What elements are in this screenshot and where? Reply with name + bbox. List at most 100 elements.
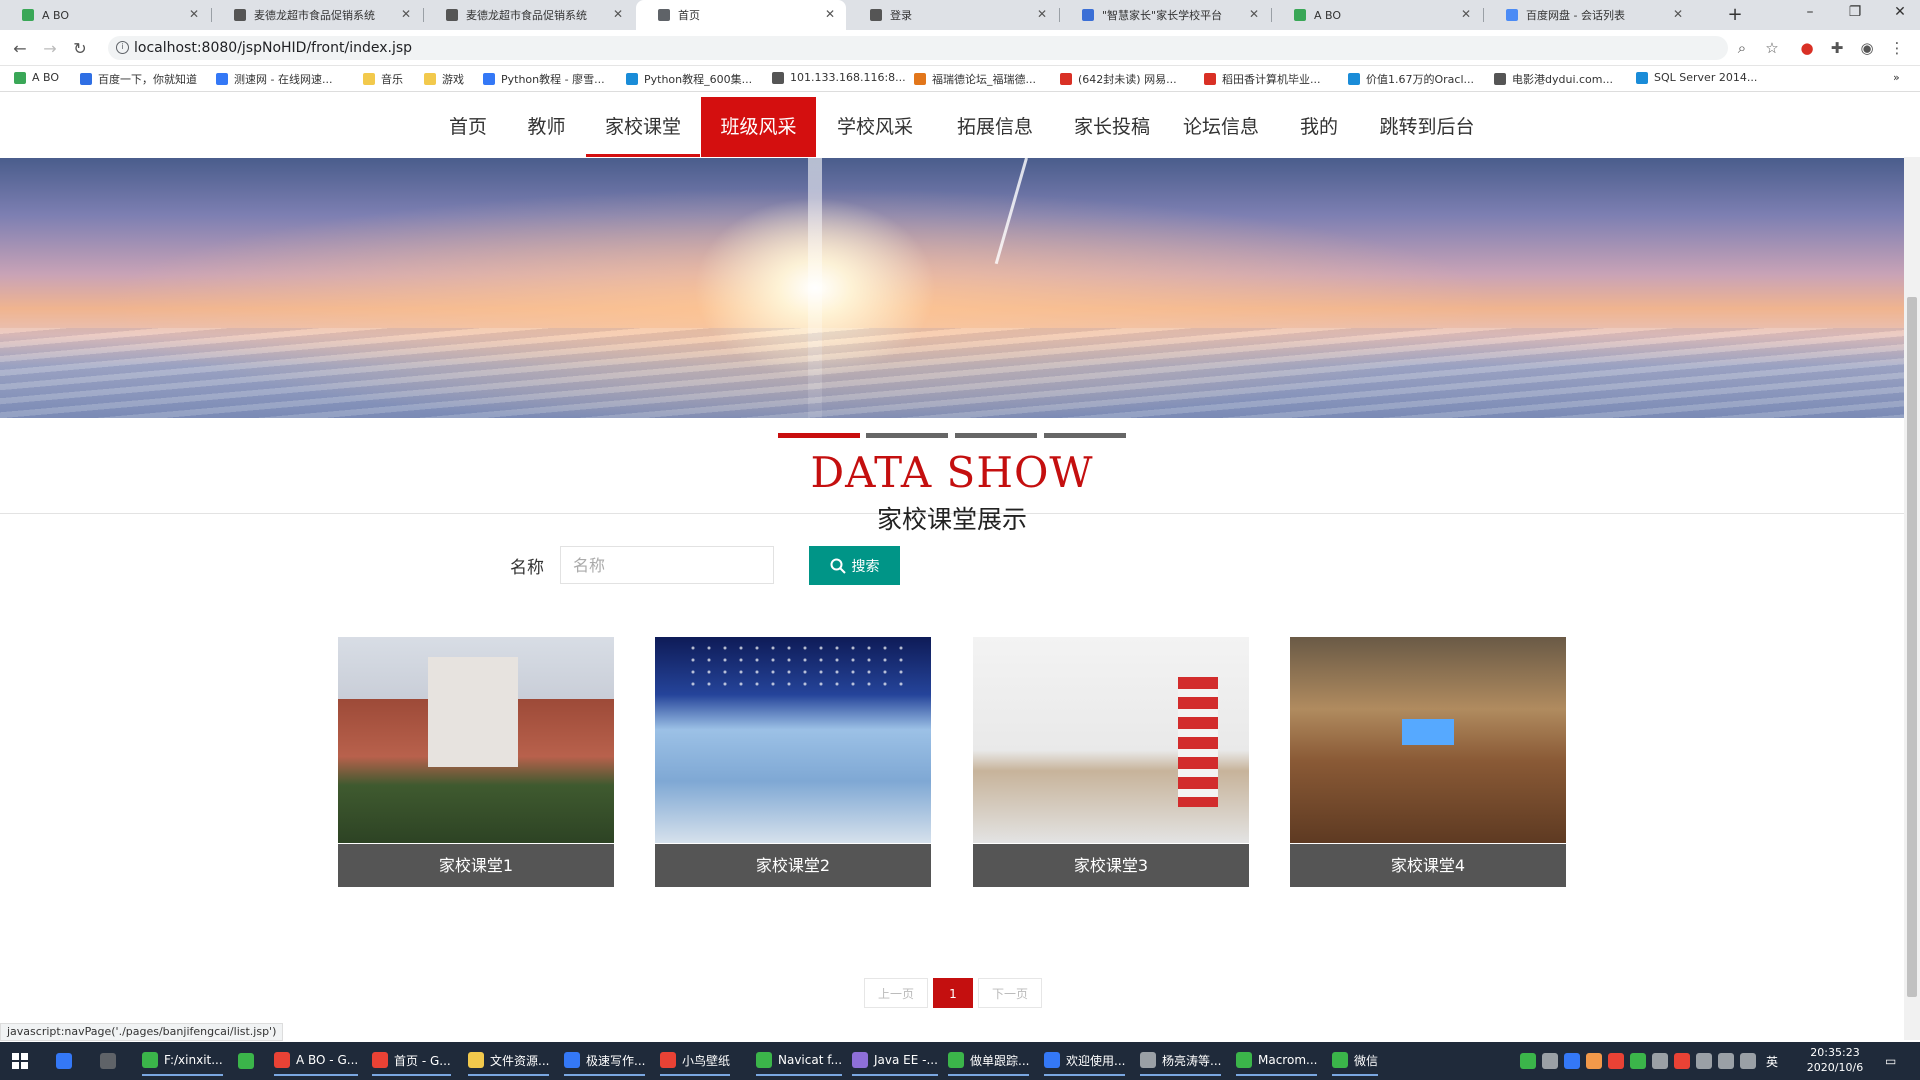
carousel-dot[interactable] xyxy=(778,433,860,438)
taskbar-app[interactable]: 微信 xyxy=(1332,1046,1379,1076)
taskbar-app[interactable]: 小鸟壁纸 xyxy=(660,1046,731,1076)
profile-avatar-icon[interactable]: ◉ xyxy=(1857,39,1877,57)
taskbar-app[interactable]: 欢迎使用... xyxy=(1044,1046,1126,1076)
bookmark-label: 101.133.168.116:8... xyxy=(790,71,906,84)
browser-tab[interactable]: 麦德龙超市食品促销系统 ✕ xyxy=(212,0,422,30)
bookmark-item[interactable]: 价值1.67万的Oracl... xyxy=(1348,71,1474,87)
taskbar-app[interactable]: Macrom... xyxy=(1236,1046,1318,1076)
browser-tab[interactable]: 登录 ✕ xyxy=(848,0,1058,30)
reload-icon[interactable]: ↻ xyxy=(70,39,90,58)
site-info-icon[interactable]: i xyxy=(116,41,129,54)
extension-shield-icon[interactable]: ● xyxy=(1797,39,1817,57)
url-field[interactable]: i localhost:8080/jspNoHID/front/index.js… xyxy=(108,36,1728,60)
bookmark-item[interactable]: Python教程_600集... xyxy=(626,71,752,87)
bookmark-label: 百度一下，你就知道 xyxy=(98,73,197,86)
close-tab-icon[interactable]: ✕ xyxy=(1458,7,1474,21)
close-tab-icon[interactable]: ✕ xyxy=(822,7,838,21)
new-tab-button[interactable]: + xyxy=(1724,4,1746,25)
taskbar-app[interactable]: 文件资源... xyxy=(468,1046,550,1076)
close-tab-icon[interactable]: ✕ xyxy=(186,7,202,21)
bookmark-label: 电影港dydui.com... xyxy=(1512,73,1613,86)
bookmark-item[interactable]: (642封未读) 网易... xyxy=(1060,71,1177,87)
course-card-title: 家校课堂2 xyxy=(655,844,931,887)
bookmark-item[interactable]: SQL Server 2014... xyxy=(1636,71,1757,84)
restore-button[interactable]: ❐ xyxy=(1840,4,1870,20)
bookmark-item[interactable]: 测速网 - 在线网速... xyxy=(216,71,332,87)
nav-item[interactable]: 我的 xyxy=(1288,97,1350,157)
taskbar-app[interactable]: F:/xinxit... xyxy=(142,1046,223,1076)
browser-tab[interactable]: A BO ✕ xyxy=(1272,0,1482,30)
nav-item[interactable]: 论坛信息 xyxy=(1172,97,1270,157)
close-tab-icon[interactable]: ✕ xyxy=(398,7,414,21)
taskbar-app-icon xyxy=(1332,1052,1348,1068)
bookmark-item[interactable]: A BO xyxy=(14,71,59,84)
close-tab-icon[interactable]: ✕ xyxy=(1246,7,1262,21)
nav-item[interactable]: 家长投稿 xyxy=(1054,97,1170,157)
taskbar-clock[interactable]: 20:35:23 2020/10/6 xyxy=(1800,1045,1870,1075)
browser-tab[interactable]: 首页 ✕ xyxy=(636,0,846,30)
scrollbar-thumb[interactable] xyxy=(1907,297,1917,997)
zoom-icon[interactable]: ⌕ xyxy=(1732,39,1752,57)
taskbar-app[interactable]: 首页 - G... xyxy=(372,1046,451,1076)
next-page-button[interactable]: 下一页 xyxy=(978,978,1042,1008)
carousel-dot[interactable] xyxy=(1044,433,1126,438)
taskbar-app[interactable]: Java EE -... xyxy=(852,1046,938,1076)
nav-item[interactable]: 教师 xyxy=(518,97,575,157)
taskbar-app[interactable]: Navicat f... xyxy=(756,1046,843,1076)
bookmark-star-icon[interactable]: ☆ xyxy=(1762,39,1782,57)
store-icon[interactable] xyxy=(100,1046,122,1076)
bookmark-item[interactable]: 游戏 xyxy=(424,71,464,87)
calculator-icon[interactable] xyxy=(56,1046,78,1076)
menu-kebab-icon[interactable]: ⋮ xyxy=(1887,39,1907,57)
taskbar-app[interactable]: 做单跟踪... xyxy=(948,1046,1030,1076)
browser-tab[interactable]: 百度网盘 - 会话列表 ✕ xyxy=(1484,0,1694,30)
bookmark-item[interactable]: 音乐 xyxy=(363,71,403,87)
browser-tab[interactable]: 麦德龙超市食品促销系统 ✕ xyxy=(424,0,634,30)
tray-icons[interactable]: 英 xyxy=(1520,1046,1778,1076)
bookmark-item[interactable]: Python教程 - 廖雪... xyxy=(483,71,605,87)
nav-item[interactable]: 拓展信息 xyxy=(937,97,1053,157)
browser-tab[interactable]: A BO ✕ xyxy=(0,0,210,30)
nav-item[interactable]: 家校课堂 xyxy=(586,97,700,157)
search-input[interactable] xyxy=(560,546,774,584)
browser-tab-strip: A BO ✕ 麦德龙超市食品促销系统 ✕ 麦德龙超市食品促销系统 ✕ 首页 ✕ 登录 ✕ "智慧家长… xyxy=(0,0,1920,30)
bookmark-item[interactable]: 福瑞德论坛_福瑞德... xyxy=(914,71,1036,87)
back-icon[interactable]: ← xyxy=(10,39,30,58)
bookmark-item[interactable]: 稻田香计算机毕业... xyxy=(1204,71,1321,87)
bookmarks-overflow-icon[interactable]: » xyxy=(1893,71,1900,84)
close-tab-icon[interactable]: ✕ xyxy=(1034,7,1050,21)
page-number-button[interactable]: 1 xyxy=(933,978,973,1008)
nav-item[interactable]: 跳转到后台 xyxy=(1366,97,1488,157)
course-card[interactable]: 家校课堂2 xyxy=(655,637,931,889)
forward-icon[interactable]: → xyxy=(40,39,60,58)
close-tab-icon[interactable]: ✕ xyxy=(1670,7,1686,21)
carousel-dot[interactable] xyxy=(866,433,948,438)
nav-item[interactable]: 首页 xyxy=(442,97,494,157)
carousel-dot[interactable] xyxy=(955,433,1037,438)
search-button[interactable]: 搜索 xyxy=(809,546,900,585)
course-card[interactable]: 家校课堂4 xyxy=(1290,637,1566,889)
nav-item[interactable]: 学校风采 xyxy=(822,97,928,157)
extensions-puzzle-icon[interactable]: ✚ xyxy=(1827,39,1847,57)
close-window-button[interactable]: ✕ xyxy=(1885,4,1915,20)
input-language-indicator[interactable]: 英 xyxy=(1766,1053,1778,1070)
taskbar-app[interactable] xyxy=(238,1046,260,1076)
taskbar-app[interactable]: A BO - G... xyxy=(274,1046,359,1076)
page-scrollbar[interactable] xyxy=(1904,157,1920,1040)
close-tab-icon[interactable]: ✕ xyxy=(610,7,626,21)
bookmark-item[interactable]: 电影港dydui.com... xyxy=(1494,71,1613,87)
start-button[interactable] xyxy=(12,1046,28,1076)
browser-tab[interactable]: "智慧家长"家长学校平台 ✕ xyxy=(1060,0,1270,30)
taskbar-app-label: 首页 - G... xyxy=(394,1053,451,1068)
notification-icon[interactable]: ▭ xyxy=(1885,1046,1896,1076)
bookmark-item[interactable]: 101.133.168.116:8... xyxy=(772,71,906,84)
prev-page-button[interactable]: 上一页 xyxy=(864,978,928,1008)
course-card[interactable]: 家校课堂1 xyxy=(338,637,614,889)
taskbar-app[interactable]: 极速写作... xyxy=(564,1046,646,1076)
course-card[interactable]: 家校课堂3 xyxy=(973,637,1249,889)
taskbar-app-icon xyxy=(564,1052,580,1068)
bookmark-item[interactable]: 百度一下，你就知道 xyxy=(80,71,197,87)
minimize-button[interactable]: – xyxy=(1795,4,1825,20)
taskbar-app[interactable]: 杨亮涛等... xyxy=(1140,1046,1222,1076)
nav-item[interactable]: 班级风采 xyxy=(701,97,816,157)
